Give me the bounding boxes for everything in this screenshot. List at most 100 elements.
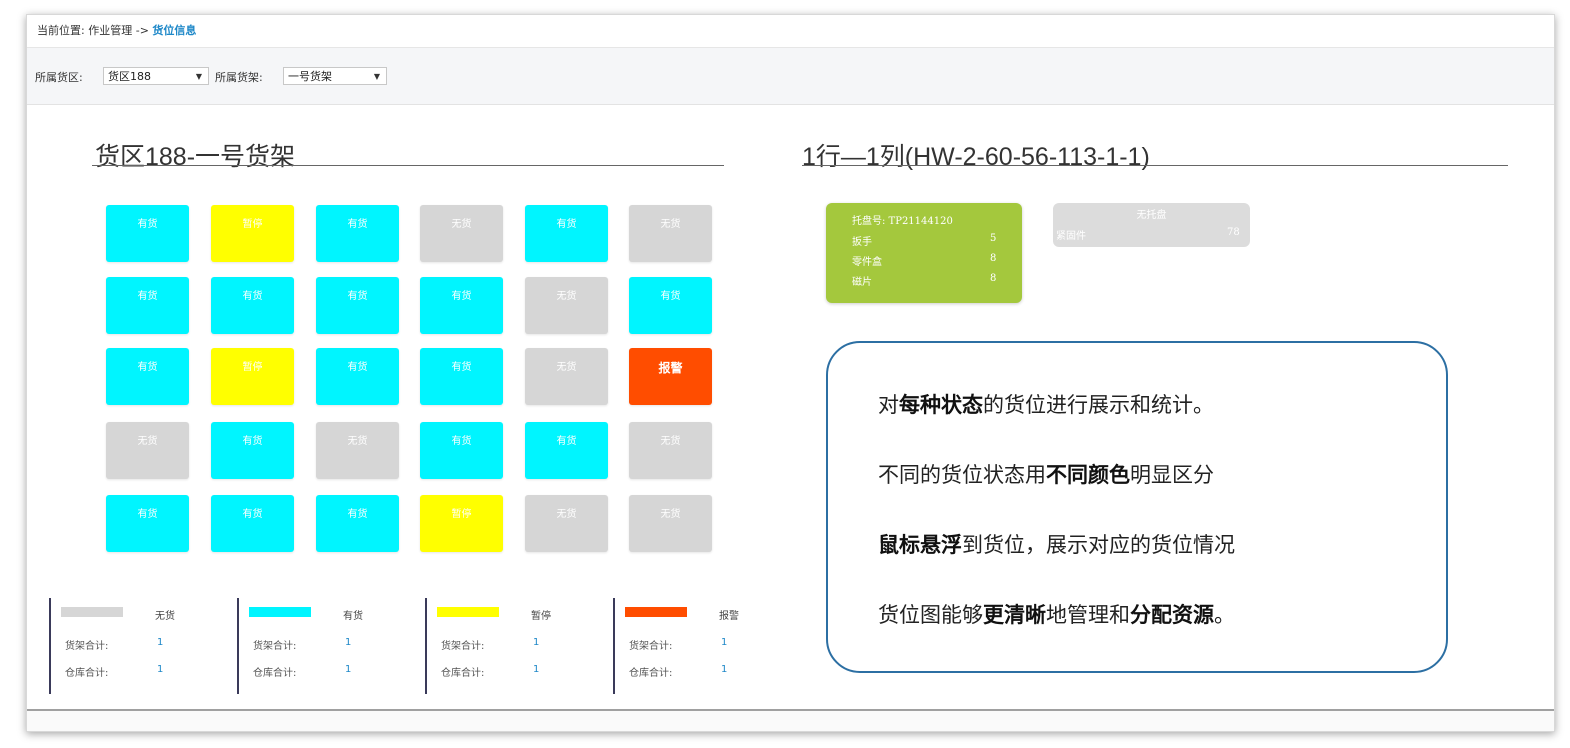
legend-shelf-label: 货架合计:: [441, 641, 485, 652]
callout-line: 对每种状态的货位进行展示和统计。: [878, 389, 1214, 419]
breadcrumb-arrow: ->: [135, 24, 149, 37]
callout-text: 对: [878, 393, 899, 417]
location-cell-r1-c4[interactable]: 无货: [420, 205, 503, 262]
legend-warehouse-count: 1: [533, 664, 540, 675]
pallet-card: 托盘号: TP21144120 扳手 5 零件盒 8 磁片 8: [826, 203, 1022, 303]
location-cell-r4-c6[interactable]: 无货: [629, 422, 712, 479]
callout-emphasis: 分配资源: [1130, 603, 1214, 627]
callout-line: 鼠标悬浮到货位，展示对应的货位情况: [878, 529, 1235, 559]
location-cell-r5-c5[interactable]: 无货: [525, 495, 608, 552]
location-cell-r3-c5[interactable]: 无货: [525, 348, 608, 405]
legend-shelf-label: 货架合计:: [629, 641, 673, 652]
pallet-item-qty: 5: [990, 233, 997, 244]
legend-warehouse-label: 仓库合计:: [441, 668, 485, 679]
shelf-title: 货区188-一号货架: [95, 143, 296, 171]
shelf-title-divider: [92, 165, 724, 166]
legend-shelf-count: 1: [721, 637, 728, 648]
legend-swatch: [437, 607, 499, 617]
no-pallet-qty: 78: [1227, 227, 1240, 238]
callout-text: 。: [1214, 603, 1235, 627]
pallet-item-qty: 8: [990, 273, 997, 284]
legend-status-name: 无货: [155, 611, 175, 622]
legend-shelf-count: 1: [533, 637, 540, 648]
no-pallet-item: 紧固件: [1056, 231, 1086, 242]
shelf-label: 所属货架:: [215, 71, 263, 84]
breadcrumb: 当前位置: 作业管理 -> 货位信息: [27, 15, 1554, 48]
legend-block-alarm: 报警 货架合计: 1 仓库合计: 1: [613, 598, 795, 694]
annotation-callout: 对每种状态的货位进行展示和统计。 不同的货位状态用不同颜色明显区分 鼠标悬浮到货…: [826, 341, 1448, 673]
legend-swatch: [625, 607, 687, 617]
legend-warehouse-label: 仓库合计:: [629, 668, 673, 679]
location-cell-r1-c1[interactable]: 有货: [106, 205, 189, 262]
main-frame: 当前位置: 作业管理 -> 货位信息 所属货区: 货区188 ▼ 所属货架: 一…: [26, 14, 1555, 732]
callout-text: 到货位，展示对应的货位情况: [962, 533, 1235, 557]
location-cell-r4-c2[interactable]: 有货: [211, 422, 294, 479]
location-cell-r4-c3[interactable]: 无货: [316, 422, 399, 479]
shelf-select-value: 一号货架: [288, 70, 332, 83]
legend-block-paused: 暂停货架合计: 1 仓库合计: 1: [425, 598, 607, 694]
breadcrumb-current[interactable]: 货位信息: [152, 24, 196, 37]
location-cell-r3-c6[interactable]: 报警: [629, 348, 712, 405]
callout-line: 不同的货位状态用不同颜色明显区分: [878, 459, 1214, 489]
legend-status-name: 报警: [719, 611, 739, 622]
location-cell-r4-c4[interactable]: 有货: [420, 422, 503, 479]
location-cell-r5-c6[interactable]: 无货: [629, 495, 712, 552]
legend-shelf-label: 货架合计:: [253, 641, 297, 652]
location-cell-r3-c2[interactable]: 暂停: [211, 348, 294, 405]
location-cell-r2-c1[interactable]: 有货: [106, 277, 189, 334]
dropdown-arrow-icon: ▼: [373, 72, 380, 81]
location-cell-r2-c2[interactable]: 有货: [211, 277, 294, 334]
location-cell-r3-c3[interactable]: 有货: [316, 348, 399, 405]
zone-select[interactable]: 货区188 ▼: [103, 67, 209, 85]
location-cell-r3-c1[interactable]: 有货: [106, 348, 189, 405]
dropdown-arrow-icon: ▼: [195, 72, 202, 81]
callout-emphasis: 更清晰: [983, 603, 1046, 627]
location-cell-r3-c4[interactable]: 有货: [420, 348, 503, 405]
callout-text: 地管理和: [1046, 603, 1130, 627]
legend-block-stocked: 有货货架合计: 1 仓库合计: 1: [237, 598, 419, 694]
legend-status-name: 暂停: [531, 611, 551, 622]
legend-warehouse-label: 仓库合计:: [65, 668, 109, 679]
callout-emphasis: 不同颜色: [1046, 463, 1130, 487]
legend-warehouse-count: 1: [157, 664, 164, 675]
location-cell-r5-c1[interactable]: 有货: [106, 495, 189, 552]
callout-text: 明显区分: [1130, 463, 1214, 487]
location-cell-r2-c3[interactable]: 有货: [316, 277, 399, 334]
callout-line: 货位图能够更清晰地管理和分配资源。: [878, 599, 1235, 629]
filter-bar: 所属货区: 货区188 ▼ 所属货架: 一号货架 ▼: [27, 48, 1554, 105]
legend-shelf-count: 1: [345, 637, 352, 648]
pallet-number: 托盘号: TP21144120: [852, 216, 953, 227]
callout-text: 的货位进行展示和统计。: [983, 393, 1214, 417]
location-cell-r2-c5[interactable]: 无货: [525, 277, 608, 334]
zone-label: 所属货区:: [35, 71, 83, 84]
legend-warehouse-label: 仓库合计:: [253, 668, 297, 679]
callout-emphasis: 鼠标悬浮: [878, 533, 962, 557]
location-cell-r4-c5[interactable]: 有货: [525, 422, 608, 479]
breadcrumb-parent[interactable]: 作业管理: [88, 24, 132, 37]
legend-shelf-label: 货架合计:: [65, 641, 109, 652]
legend-warehouse-count: 1: [345, 664, 352, 675]
shelf-select[interactable]: 一号货架 ▼: [283, 67, 387, 85]
location-cell-r1-c6[interactable]: 无货: [629, 205, 712, 262]
location-cell-r1-c2[interactable]: 暂停: [211, 205, 294, 262]
no-pallet-title: 无托盘: [1136, 210, 1167, 221]
callout-emphasis: 每种状态: [899, 393, 983, 417]
bottom-bar: [27, 709, 1554, 731]
location-cell-r1-c3[interactable]: 有货: [316, 205, 399, 262]
location-cell-r2-c4[interactable]: 有货: [420, 277, 503, 334]
location-cell-r2-c6[interactable]: 有货: [629, 277, 712, 334]
legend-swatch: [61, 607, 123, 617]
breadcrumb-label: 当前位置:: [37, 24, 85, 37]
location-cell-r5-c3[interactable]: 有货: [316, 495, 399, 552]
pallet-item-qty: 8: [990, 253, 997, 264]
location-cell-r4-c1[interactable]: 无货: [106, 422, 189, 479]
legend-shelf-count: 1: [157, 637, 164, 648]
pallet-item-name: 磁片: [852, 277, 872, 288]
pallet-item-name: 扳手: [852, 237, 872, 248]
legend-status-name: 有货: [343, 611, 363, 622]
location-cell-r1-c5[interactable]: 有货: [525, 205, 608, 262]
location-title: 1行—1列(HW-2-60-56-113-1-1): [802, 143, 1150, 171]
location-cell-r5-c2[interactable]: 有货: [211, 495, 294, 552]
zone-select-value: 货区188: [108, 70, 151, 83]
location-cell-r5-c4[interactable]: 暂停: [420, 495, 503, 552]
